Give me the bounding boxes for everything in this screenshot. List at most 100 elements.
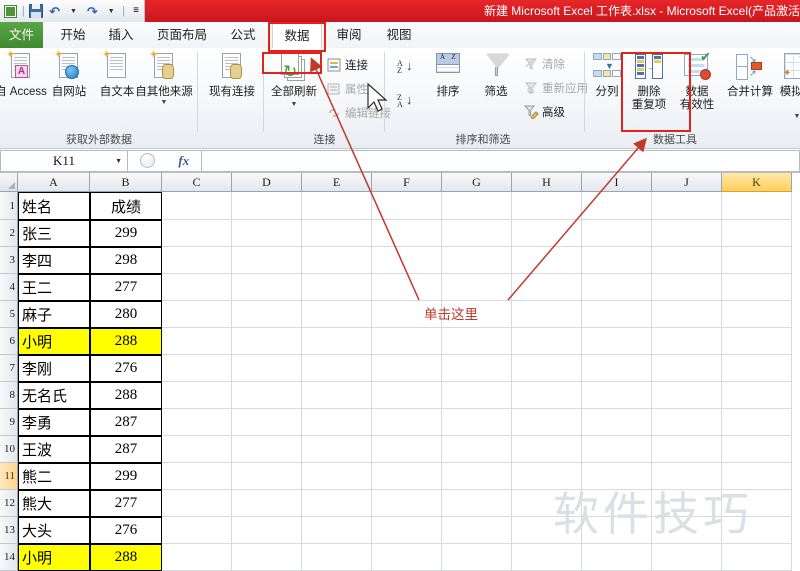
cell-I3[interactable]: [582, 247, 652, 274]
cell-J3[interactable]: [652, 247, 722, 274]
button-advanced-filter[interactable]: 高级: [523, 101, 565, 122]
cell-I4[interactable]: [582, 274, 652, 301]
cell-G13[interactable]: [442, 517, 512, 544]
cell-B6[interactable]: 288: [90, 328, 162, 355]
cell-G3[interactable]: [442, 247, 512, 274]
cell-G11[interactable]: [442, 463, 512, 490]
column-header-K[interactable]: K: [722, 173, 792, 192]
cell-F3[interactable]: [372, 247, 442, 274]
cell-G6[interactable]: [442, 328, 512, 355]
button-from-other-sources[interactable]: ✦ 自其他来源 ▼: [130, 50, 198, 123]
cell-D12[interactable]: [232, 490, 302, 517]
cell-B10[interactable]: 287: [90, 436, 162, 463]
tab-page-layout[interactable]: 页面布局: [146, 22, 218, 48]
cell-K3[interactable]: [722, 247, 792, 274]
cell-D8[interactable]: [232, 382, 302, 409]
cell-H14[interactable]: [512, 544, 582, 571]
cell-J10[interactable]: [652, 436, 722, 463]
tab-formulas[interactable]: 公式: [220, 22, 266, 48]
formula-input[interactable]: [202, 149, 800, 172]
column-header-D[interactable]: D: [232, 173, 302, 192]
row-header-3[interactable]: 3: [0, 247, 18, 274]
cell-K10[interactable]: [722, 436, 792, 463]
row-header-11[interactable]: 11: [0, 463, 18, 490]
cell-B9[interactable]: 287: [90, 409, 162, 436]
cell-B13[interactable]: 276: [90, 517, 162, 544]
cell-D14[interactable]: [232, 544, 302, 571]
cell-G7[interactable]: [442, 355, 512, 382]
cell-D2[interactable]: [232, 220, 302, 247]
cell-E10[interactable]: [302, 436, 372, 463]
column-header-E[interactable]: E: [302, 173, 372, 192]
insert-function-icon[interactable]: fx: [178, 153, 189, 169]
button-from-web[interactable]: ✦ 自网站: [42, 50, 96, 123]
button-sort[interactable]: AZ 排序: [425, 51, 471, 123]
button-sort-ascending[interactable]: A Z ↓: [397, 56, 413, 77]
cell-F12[interactable]: [372, 490, 442, 517]
cell-G9[interactable]: [442, 409, 512, 436]
column-header-H[interactable]: H: [512, 173, 582, 192]
button-sort-descending[interactable]: Z A ↓: [397, 90, 413, 111]
cell-G12[interactable]: [442, 490, 512, 517]
row-header-2[interactable]: 2: [0, 220, 18, 247]
cell-C11[interactable]: [162, 463, 232, 490]
cell-H1[interactable]: [512, 192, 582, 220]
cell-H3[interactable]: [512, 247, 582, 274]
cell-B8[interactable]: 288: [90, 382, 162, 409]
redo-dropdown-icon[interactable]: ▼: [103, 3, 119, 20]
chevron-down-icon[interactable]: ▼: [161, 99, 168, 106]
cell-E2[interactable]: [302, 220, 372, 247]
cell-I1[interactable]: [582, 192, 652, 220]
cell-K9[interactable]: [722, 409, 792, 436]
cell-K4[interactable]: [722, 274, 792, 301]
cell-K2[interactable]: [722, 220, 792, 247]
column-header-I[interactable]: I: [582, 173, 652, 192]
cell-A13[interactable]: 大头: [18, 517, 90, 544]
cell-J9[interactable]: [652, 409, 722, 436]
cell-C9[interactable]: [162, 409, 232, 436]
cell-H4[interactable]: [512, 274, 582, 301]
row-header-6[interactable]: 6: [0, 328, 18, 355]
cell-D9[interactable]: [232, 409, 302, 436]
cell-E7[interactable]: [302, 355, 372, 382]
tab-home[interactable]: 开始: [50, 22, 96, 48]
cell-J6[interactable]: [652, 328, 722, 355]
cell-E3[interactable]: [302, 247, 372, 274]
cell-A3[interactable]: 李四: [18, 247, 90, 274]
cell-K6[interactable]: [722, 328, 792, 355]
cell-F6[interactable]: [372, 328, 442, 355]
quick-access-toolbar[interactable]: | ↶ ▼ ↷ ▼ | ≡: [0, 0, 145, 22]
cell-A4[interactable]: 王二: [18, 274, 90, 301]
cell-F13[interactable]: [372, 517, 442, 544]
row-header-9[interactable]: 9: [0, 409, 18, 436]
column-header-C[interactable]: C: [162, 173, 232, 192]
tab-review[interactable]: 审阅: [326, 22, 372, 48]
cell-C1[interactable]: [162, 192, 232, 220]
cell-F10[interactable]: [372, 436, 442, 463]
cell-I6[interactable]: [582, 328, 652, 355]
cell-C8[interactable]: [162, 382, 232, 409]
button-clear-filter[interactable]: 清除: [523, 53, 565, 74]
button-connections[interactable]: 连接: [326, 54, 368, 75]
cell-F7[interactable]: [372, 355, 442, 382]
cell-J4[interactable]: [652, 274, 722, 301]
chevron-down-icon-refresh[interactable]: ▼: [291, 101, 298, 108]
name-box[interactable]: K11 ▼: [0, 149, 128, 172]
column-header-B[interactable]: B: [90, 173, 162, 192]
customize-qat-icon[interactable]: ≡: [128, 3, 144, 20]
column-header-F[interactable]: F: [372, 173, 442, 192]
cell-A11[interactable]: 熊二: [18, 463, 90, 490]
cell-F1[interactable]: [372, 192, 442, 220]
cell-D10[interactable]: [232, 436, 302, 463]
cell-F14[interactable]: [372, 544, 442, 571]
tab-view[interactable]: 视图: [376, 22, 422, 48]
cell-E9[interactable]: [302, 409, 372, 436]
cell-F11[interactable]: [372, 463, 442, 490]
button-existing-connections[interactable]: 现有连接: [201, 51, 263, 123]
cell-A6[interactable]: 小明: [18, 328, 90, 355]
row-header-12[interactable]: 12: [0, 490, 18, 517]
redo-icon[interactable]: ↷: [84, 3, 100, 20]
cell-H5[interactable]: [512, 301, 582, 328]
cancel-icon[interactable]: [139, 153, 155, 168]
cell-D6[interactable]: [232, 328, 302, 355]
